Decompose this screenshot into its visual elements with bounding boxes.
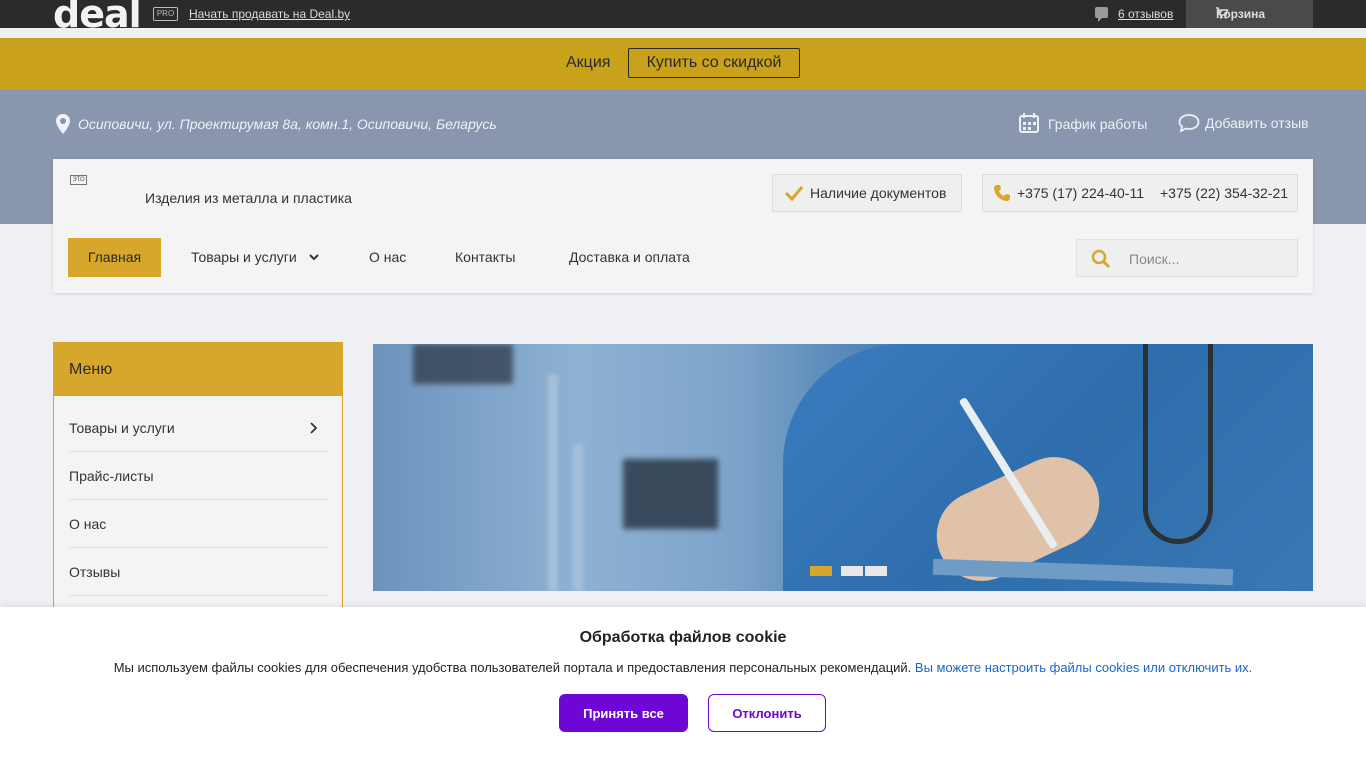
cookie-settings-link[interactable]: Вы можете настроить файлы cookies или от…	[915, 660, 1252, 675]
comment-bubble-icon	[1178, 114, 1200, 133]
banner-bg-shape	[573, 444, 583, 591]
search-input[interactable]	[1129, 249, 1289, 269]
sidebar-item-label: Отзывы	[69, 564, 121, 580]
cookie-title: Обработка файлов cookie	[579, 629, 787, 646]
nav-about[interactable]: О нас	[369, 249, 406, 265]
cookie-banner: Обработка файлов cookie Мы используем фа…	[0, 607, 1366, 768]
company-card: ЭТО Изделия из металла и пластика Наличи…	[53, 159, 1313, 293]
address-text: Осиповичи, ул. Проектирумая 8а, комн.1, …	[78, 116, 497, 132]
sidebar-item-products[interactable]: Товары и услуги	[69, 404, 328, 452]
search-box	[1076, 239, 1298, 277]
carousel-dot-active[interactable]	[810, 566, 832, 576]
promo-bar: Акция Купить со скидкой	[0, 38, 1366, 90]
carousel-dot[interactable]	[865, 566, 887, 576]
banner-bg-shape	[413, 344, 513, 384]
search-icon[interactable]	[1091, 249, 1111, 269]
phone-icon	[994, 185, 1010, 201]
carousel-dot[interactable]	[841, 566, 863, 576]
banner-bg-shape	[623, 459, 718, 529]
phones-box[interactable]: +375 (17) 224-40-11 +375 (22) 354-32-21	[982, 174, 1298, 212]
accept-all-button[interactable]: Принять все	[559, 694, 688, 732]
deal-logo[interactable]: deal	[53, 0, 142, 34]
chevron-right-icon	[310, 422, 318, 434]
documents-label: Наличие документов	[810, 185, 947, 201]
cookie-text: Мы используем файлы cookies для обеспече…	[0, 660, 1366, 675]
chevron-down-icon[interactable]	[308, 251, 320, 263]
phone-1[interactable]: +375 (17) 224-40-11	[1017, 185, 1144, 201]
sidebar-item-label: Товары и услуги	[69, 420, 175, 436]
phone-2[interactable]: +375 (22) 354-32-21	[1160, 185, 1288, 201]
company-logo[interactable]: ЭТО	[70, 175, 87, 185]
company-name: Изделия из металла и пластика	[145, 190, 352, 206]
nav-contacts[interactable]: Контакты	[455, 249, 515, 265]
nav-delivery[interactable]: Доставка и оплата	[569, 249, 690, 265]
top-bar: deal PRO Начать продавать на Deal.by 6 о…	[0, 0, 1366, 34]
banner-bg-shape	[548, 374, 558, 591]
nav-home[interactable]: Главная	[68, 238, 161, 277]
reviews-link[interactable]: 6 отзывов	[1118, 7, 1173, 21]
cart-icon	[1216, 7, 1229, 19]
sidebar-item-price-lists[interactable]: Прайс-листы	[69, 452, 328, 500]
sidebar-item-reviews[interactable]: Отзывы	[69, 548, 328, 596]
buy-discount-button[interactable]: Купить со скидкой	[628, 48, 800, 78]
banner-stethoscope	[1143, 344, 1213, 544]
hero-banner-image[interactable]	[373, 344, 1313, 591]
sidebar-title: Меню	[54, 343, 342, 396]
location-pin-icon	[56, 114, 70, 134]
promo-label: Акция	[566, 54, 611, 71]
add-review-link[interactable]: Добавить отзыв	[1205, 115, 1309, 131]
comment-icon	[1095, 7, 1108, 22]
sidebar-item-label: О нас	[69, 516, 107, 532]
pro-badge: PRO	[153, 7, 178, 21]
cart-button[interactable]: Корзина	[1186, 0, 1313, 28]
schedule-link[interactable]: График работы	[1048, 116, 1147, 132]
decline-button[interactable]: Отклонить	[708, 694, 826, 732]
checkmark-icon	[784, 186, 804, 201]
cookie-description: Мы используем файлы cookies для обеспече…	[113, 660, 912, 675]
nav-products[interactable]: Товары и услуги	[191, 249, 297, 265]
sidebar-item-label: Прайс-листы	[69, 468, 154, 484]
calendar-icon	[1019, 113, 1039, 133]
start-selling-link[interactable]: Начать продавать на Deal.by	[189, 7, 350, 21]
sidebar-menu: Меню Товары и услуги Прайс-листы О нас О…	[53, 342, 343, 622]
sidebar-item-about[interactable]: О нас	[69, 500, 328, 548]
